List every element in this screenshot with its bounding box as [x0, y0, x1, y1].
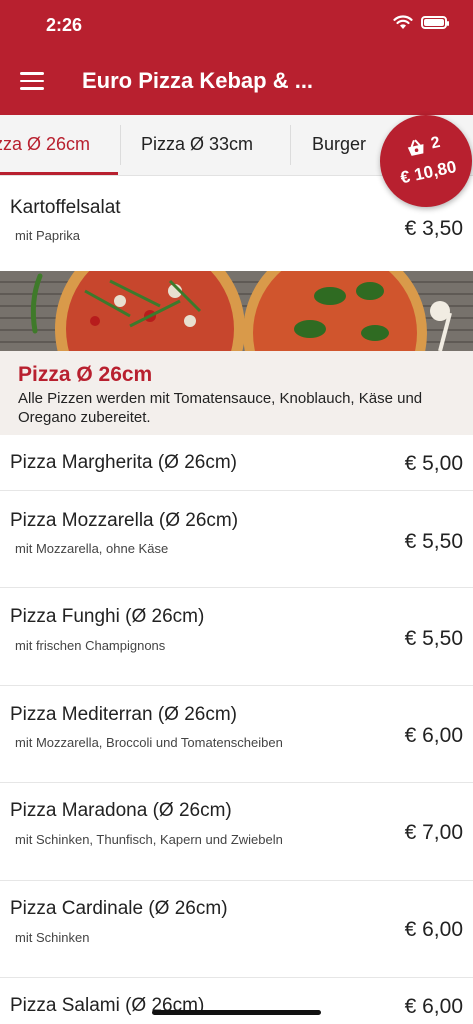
- home-indicator[interactable]: [152, 1010, 321, 1015]
- tab-pizza-33[interactable]: Pizza Ø 33cm: [141, 115, 253, 175]
- item-name: Pizza Cardinale (Ø 26cm): [10, 898, 228, 919]
- status-icons: [393, 14, 449, 30]
- tab-pizza-26[interactable]: Pizza Ø 26cm: [0, 115, 90, 175]
- item-description: mit Mozzarella, ohne Käse: [15, 541, 169, 556]
- menu-item[interactable]: Pizza Maradona (Ø 26cm) mit Schinken, Th…: [0, 783, 473, 881]
- menu-item[interactable]: Pizza Margherita (Ø 26cm) € 5,00: [0, 435, 473, 491]
- active-tab-indicator: [0, 172, 118, 175]
- item-description: mit Mozzarella, Broccoli und Tomatensche…: [15, 735, 283, 750]
- battery-icon: [421, 15, 449, 29]
- cart-count: 2: [429, 133, 442, 153]
- item-description: mit Paprika: [15, 228, 81, 243]
- item-price: € 6,00: [404, 995, 463, 1018]
- item-name: Pizza Mozzarella (Ø 26cm): [10, 510, 239, 531]
- item-price: € 7,00: [404, 821, 463, 844]
- menu-item[interactable]: Pizza Mozzarella (Ø 26cm) mit Mozzarella…: [0, 491, 473, 588]
- menu-item[interactable]: Pizza Funghi (Ø 26cm) mit frischen Champ…: [0, 588, 473, 686]
- category-header: Pizza Ø 26cm Alle Pizzen werden mit Toma…: [0, 351, 473, 435]
- item-price: € 6,00: [404, 918, 463, 941]
- category-banner-image: [0, 271, 473, 351]
- menu-item[interactable]: Pizza Mediterran (Ø 26cm) mit Mozzarella…: [0, 686, 473, 783]
- menu-button[interactable]: [20, 72, 44, 92]
- category-title: Pizza Ø 26cm: [18, 363, 153, 386]
- shopping-basket-icon: [407, 139, 424, 156]
- item-price: € 3,50: [404, 217, 463, 240]
- item-price: € 6,00: [404, 724, 463, 747]
- menu-item[interactable]: Pizza Salami (Ø 26cm) € 6,00: [0, 978, 473, 1024]
- item-description: mit frischen Champignons: [15, 638, 166, 653]
- item-price: € 5,50: [404, 627, 463, 650]
- status-time: 2:26: [46, 15, 83, 35]
- app-header: 2:26 Euro Pizza Kebap & ...: [0, 0, 473, 115]
- category-description: Alle Pizzen werden mit Tomatensauce, Kno…: [18, 390, 423, 426]
- page-title: Euro Pizza Kebap & ...: [82, 68, 314, 93]
- menu-item[interactable]: Pizza Cardinale (Ø 26cm) mit Schinken € …: [0, 881, 473, 978]
- item-name: Kartoffelsalat: [10, 197, 121, 218]
- tab-divider: [290, 125, 291, 165]
- item-description: mit Schinken: [15, 930, 90, 945]
- item-name: Pizza Margherita (Ø 26cm): [10, 452, 238, 473]
- item-description: mit Schinken, Thunfisch, Kapern und Zwie…: [15, 832, 283, 847]
- item-price: € 5,50: [404, 530, 463, 553]
- tab-divider: [120, 125, 121, 165]
- item-price: € 5,00: [404, 452, 463, 475]
- item-name: Pizza Maradona (Ø 26cm): [10, 800, 232, 821]
- item-name: Pizza Mediterran (Ø 26cm): [10, 704, 238, 725]
- wifi-icon: [393, 15, 413, 29]
- item-name: Pizza Funghi (Ø 26cm): [10, 606, 205, 627]
- tab-burger[interactable]: Burger: [312, 115, 366, 175]
